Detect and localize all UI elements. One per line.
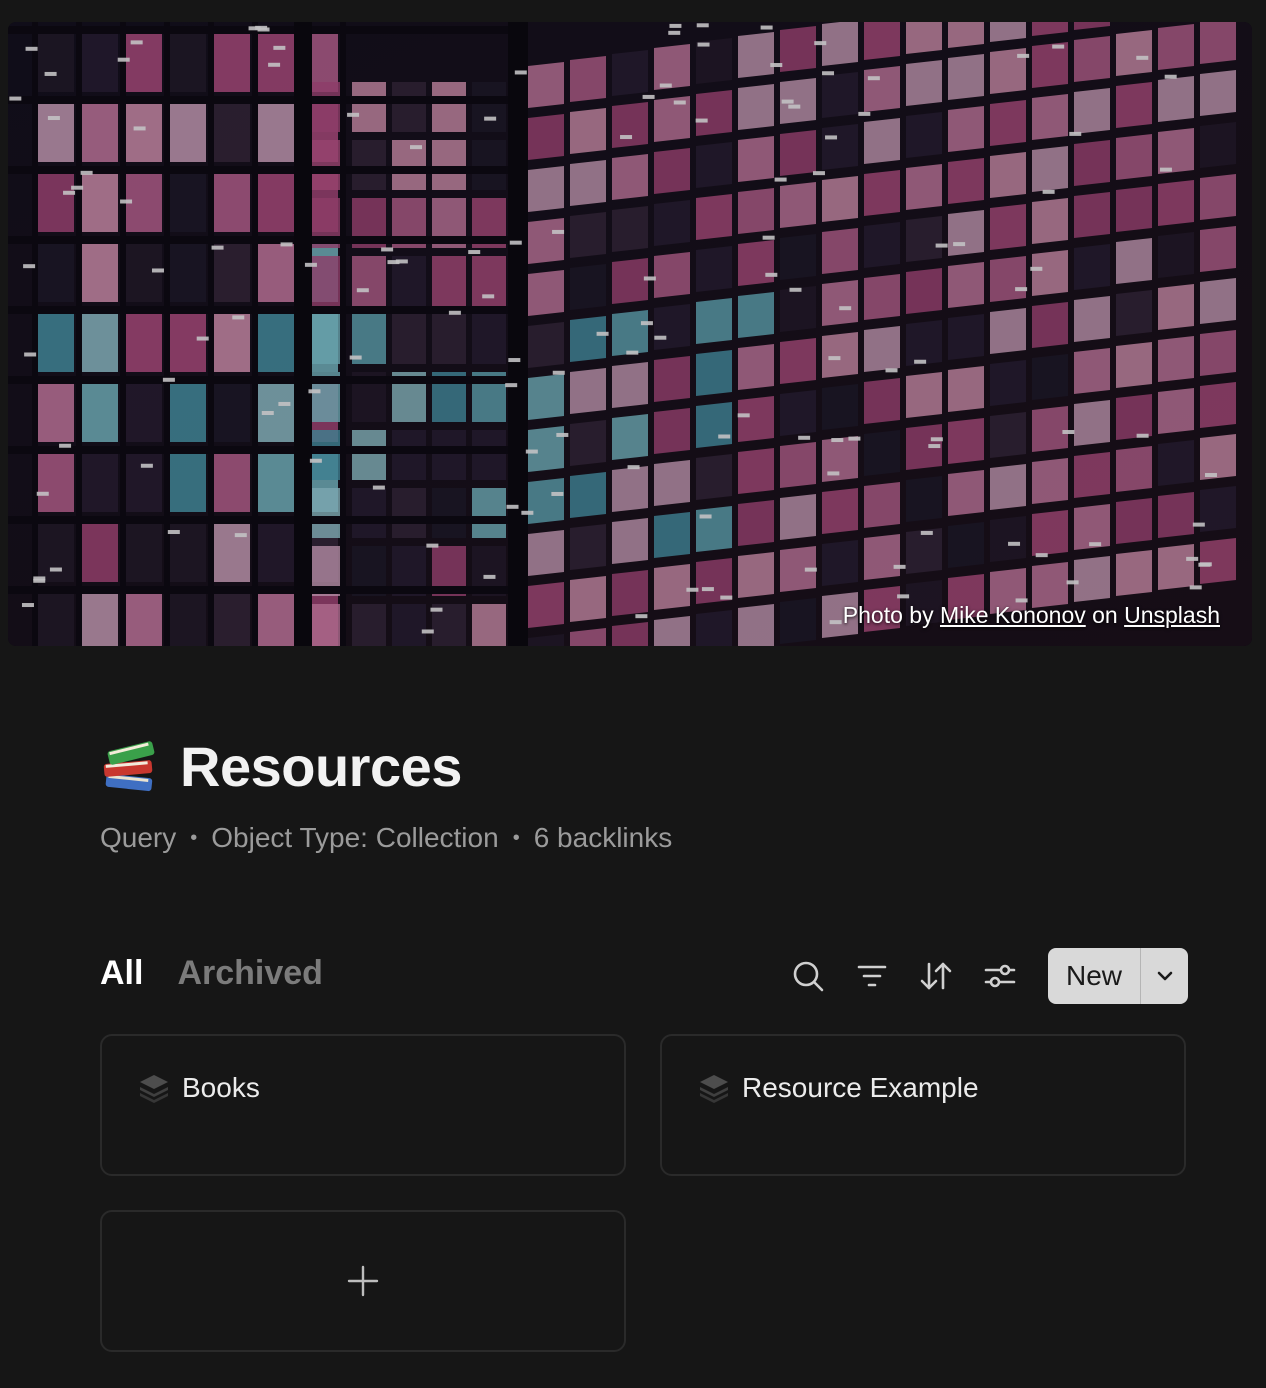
card-title: Books: [182, 1072, 260, 1103]
credit-mid: on: [1092, 602, 1118, 628]
meta-object-type[interactable]: Object Type: Collection: [211, 822, 498, 854]
page-meta: Query • Object Type: Collection • 6 back…: [100, 822, 672, 854]
add-object-card[interactable]: [100, 1210, 626, 1352]
credit-author-link[interactable]: Mike Kononov: [940, 602, 1086, 628]
view-tabs: All Archived: [100, 954, 357, 993]
new-object-button[interactable]: New: [1048, 948, 1188, 1004]
cover-image: Photo by Mike Kononov on Unsplash: [8, 22, 1252, 646]
meta-layout[interactable]: Query: [100, 822, 176, 854]
new-button[interactable]: New: [1048, 948, 1141, 1004]
credit-source-link[interactable]: Unsplash: [1124, 602, 1220, 628]
sort-icon[interactable]: [916, 956, 956, 996]
chevron-down-icon: [1157, 971, 1172, 981]
page-title: Resources: [180, 734, 462, 798]
page-header: Resources: [100, 732, 462, 800]
settings-sliders-icon[interactable]: [980, 956, 1020, 996]
stack-icon: [700, 1075, 728, 1103]
meta-separator: •: [512, 826, 520, 849]
meta-separator: •: [190, 826, 198, 849]
collection-card-books[interactable]: Books: [100, 1034, 626, 1176]
plus-icon: [347, 1265, 379, 1297]
meta-backlinks[interactable]: 6 backlinks: [534, 822, 673, 854]
card-title: Resource Example: [742, 1072, 979, 1103]
filter-icon[interactable]: [852, 956, 892, 996]
tab-all[interactable]: All: [100, 954, 143, 993]
books-emoji-icon[interactable]: [100, 736, 160, 796]
stack-icon: [140, 1075, 168, 1103]
photo-credit: Photo by Mike Kononov on Unsplash: [843, 602, 1220, 629]
search-icon[interactable]: [788, 956, 828, 996]
credit-prefix: Photo by: [842, 602, 934, 628]
tab-archived[interactable]: Archived: [177, 954, 323, 993]
collection-card-resource-example[interactable]: Resource Example: [660, 1034, 1186, 1176]
cover-photo: [8, 22, 1252, 646]
new-dropdown-button[interactable]: [1141, 948, 1188, 1004]
